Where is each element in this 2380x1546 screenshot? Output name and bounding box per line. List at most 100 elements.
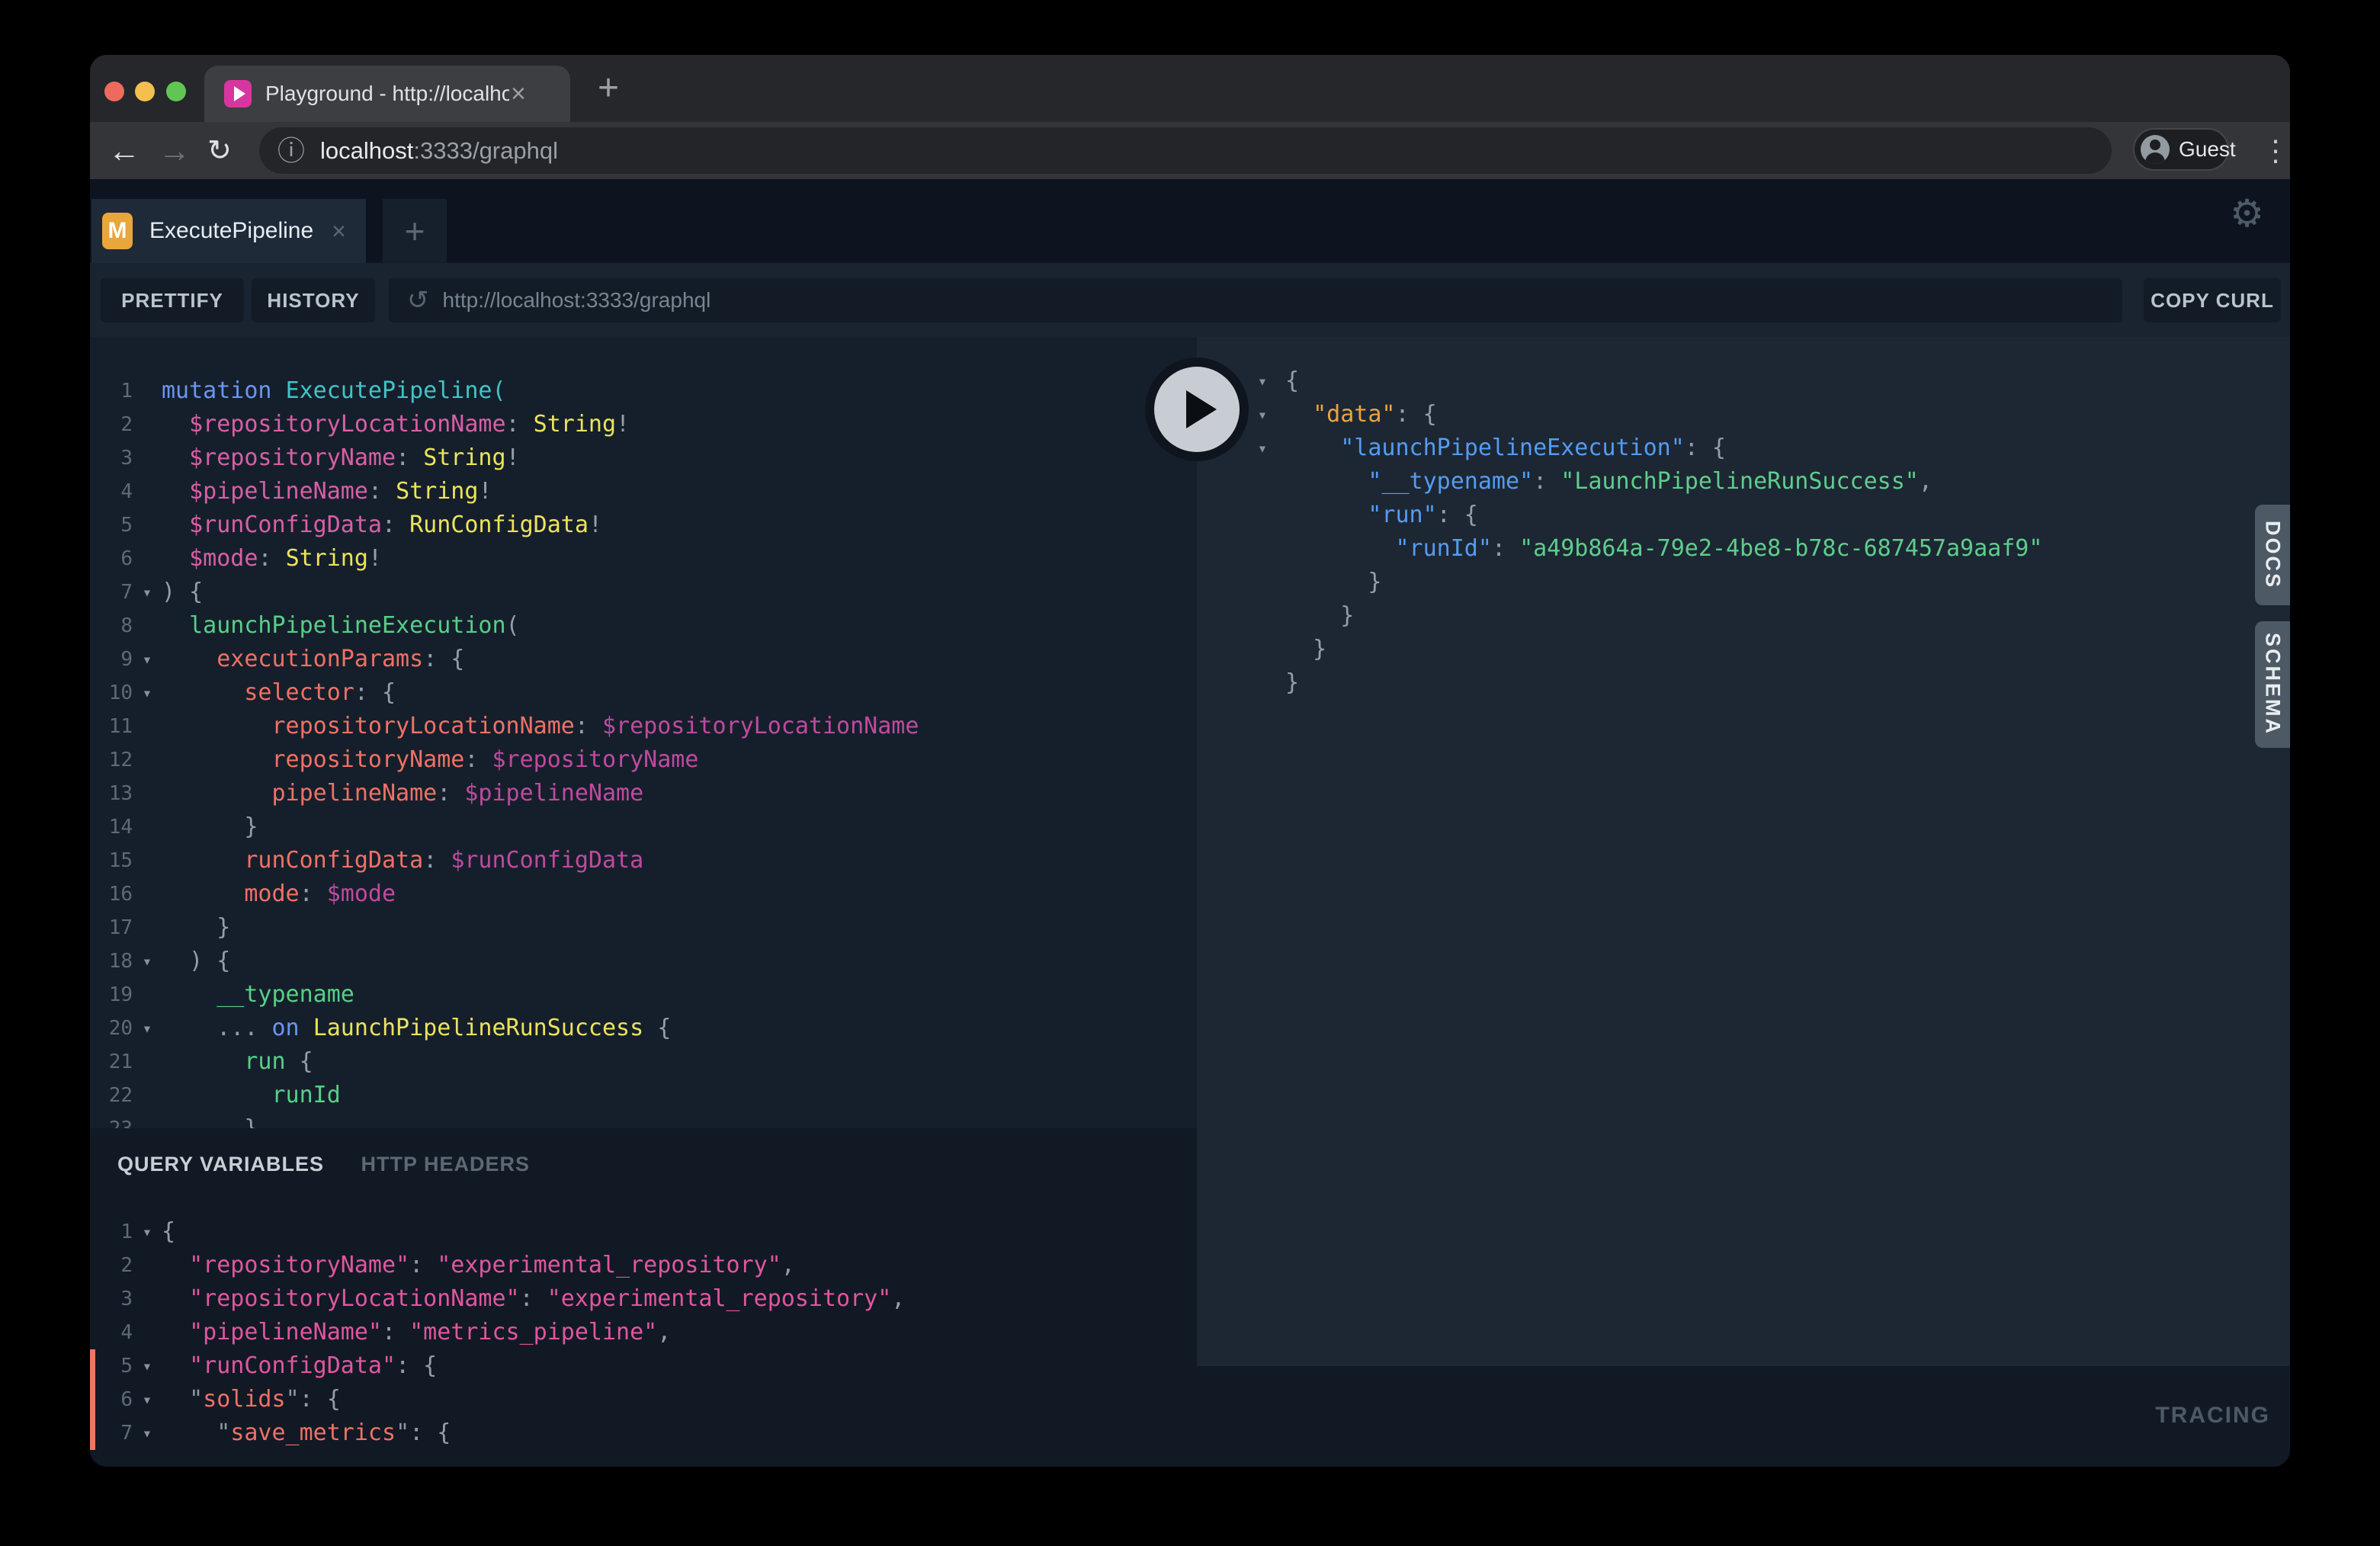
address-bar[interactable]: ⓘ localhost:3333/graphql <box>259 127 2112 174</box>
code-line: 10▾ selector: { <box>90 676 1197 710</box>
playground-main: 1mutation ExecutePipeline(2 $repositoryL… <box>90 337 2290 1467</box>
new-tab-button[interactable]: + <box>585 55 631 122</box>
fold-arrow-icon[interactable]: ▾ <box>133 1012 162 1045</box>
endpoint-url-text: http://localhost:3333/graphql <box>443 288 711 313</box>
code-text: ) { <box>162 576 203 609</box>
fold-arrow-icon[interactable]: ▾ <box>1240 364 1285 398</box>
error-marker <box>90 1416 95 1450</box>
profile-chip[interactable]: Guest <box>2133 128 2229 171</box>
code-line: 19 __typename <box>90 978 1197 1012</box>
fold-gutter <box>133 1316 162 1349</box>
fold-gutter <box>133 844 162 877</box>
code-text: } <box>162 911 230 945</box>
code-line: 6▾ "solids": { <box>90 1383 1197 1416</box>
fold-arrow-icon[interactable]: ▾ <box>133 1416 162 1450</box>
fold-arrow-icon[interactable]: ▾ <box>133 945 162 978</box>
line-number: 5 <box>90 1349 133 1383</box>
url-path: :3333/graphql <box>413 137 558 164</box>
tab-close-icon[interactable]: × <box>511 81 526 107</box>
variables-editor[interactable]: 1▾{2 "repositoryName": "experimental_rep… <box>90 1215 1197 1450</box>
line-number: 16 <box>90 877 133 911</box>
line-number: 11 <box>90 710 133 743</box>
docs-tab[interactable]: DOCS <box>2255 505 2290 605</box>
code-text: $runConfigData: RunConfigData! <box>162 508 602 542</box>
code-line: } <box>1240 633 2290 666</box>
browser-menu-icon[interactable]: ⋮ <box>2261 133 2290 168</box>
fold-gutter <box>1240 465 1285 499</box>
fold-arrow-icon[interactable]: ▾ <box>133 576 162 609</box>
copy-curl-button[interactable]: COPY CURL <box>2144 278 2281 322</box>
code-text: launchPipelineExecution( <box>162 609 520 643</box>
minimize-window-button[interactable] <box>135 82 155 101</box>
settings-gear-icon[interactable]: ⚙ <box>2230 194 2264 233</box>
code-text: repositoryLocationName: $repositoryLocat… <box>162 710 919 743</box>
code-text: } <box>1285 633 1326 666</box>
fold-gutter <box>133 1045 162 1079</box>
code-text: "runId": "a49b864a-79e2-4be8-b78c-687457… <box>1285 532 2042 566</box>
execute-button[interactable] <box>1145 358 1249 461</box>
line-number: 12 <box>90 743 133 777</box>
code-line: 11 repositoryLocationName: $repositoryLo… <box>90 710 1197 743</box>
session-tab-title: ExecutePipeline <box>149 218 313 244</box>
endpoint-input[interactable]: ↺ http://localhost:3333/graphql <box>389 278 2122 322</box>
code-text: mode: $mode <box>162 877 396 911</box>
execute-button-face <box>1154 367 1240 452</box>
close-window-button[interactable] <box>104 82 124 101</box>
fold-arrow-icon[interactable]: ▾ <box>133 1349 162 1383</box>
code-line: 2 "repositoryName": "experimental_reposi… <box>90 1249 1197 1282</box>
fold-gutter <box>133 1079 162 1112</box>
code-line: } <box>1240 566 2290 599</box>
fold-arrow-icon[interactable]: ▾ <box>1240 431 1285 465</box>
prettify-button[interactable]: PRETTIFY <box>101 278 244 322</box>
tab-http-headers[interactable]: HTTP HEADERS <box>361 1153 531 1176</box>
fold-gutter <box>133 877 162 911</box>
line-number: 23 <box>90 1112 133 1128</box>
tab-query-variables[interactable]: QUERY VARIABLES <box>117 1153 324 1176</box>
fold-gutter <box>133 408 162 441</box>
code-text: "save_metrics": { <box>162 1416 451 1450</box>
browser-tab[interactable]: Playground - http://localhost:3 × <box>204 66 570 122</box>
session-tab[interactable]: M ExecutePipeline × <box>91 199 366 263</box>
code-text: $repositoryName: String! <box>162 441 520 475</box>
code-line: ▾ "data": { <box>1240 398 2290 431</box>
site-info-icon[interactable]: ⓘ <box>277 137 305 165</box>
fold-gutter <box>133 542 162 576</box>
code-line: 20▾ ... on LaunchPipelineRunSuccess { <box>90 1012 1197 1045</box>
tracing-label[interactable]: TRACING <box>2155 1403 2270 1429</box>
code-line: 16 mode: $mode <box>90 877 1197 911</box>
window-controls <box>90 55 204 122</box>
line-number: 2 <box>90 1249 133 1282</box>
code-text: $repositoryLocationName: String! <box>162 408 630 441</box>
session-tab-close-icon[interactable]: × <box>332 217 346 245</box>
fold-gutter <box>133 1282 162 1316</box>
code-line: 7▾ "save_metrics": { <box>90 1416 1197 1450</box>
forward-icon[interactable]: → <box>159 135 191 167</box>
code-text: "runConfigData": { <box>162 1349 437 1383</box>
fold-arrow-icon[interactable]: ▾ <box>133 1215 162 1249</box>
code-text: ) { <box>162 945 230 978</box>
fold-arrow-icon[interactable]: ▾ <box>133 676 162 710</box>
new-session-tab-button[interactable]: + <box>383 199 447 263</box>
line-number: 14 <box>90 810 133 844</box>
schema-tab[interactable]: SCHEMA <box>2255 621 2290 748</box>
desktop-background: Playground - http://localhost:3 × + ← → … <box>0 0 2380 1546</box>
fold-arrow-icon[interactable]: ▾ <box>133 643 162 676</box>
browser-tab-title: Playground - http://localhost:3 <box>265 82 509 106</box>
fold-gutter <box>1240 499 1285 532</box>
code-line: ▾{ <box>1240 364 2290 398</box>
fold-gutter <box>133 777 162 810</box>
url-host: localhost <box>320 137 413 164</box>
history-button[interactable]: HISTORY <box>252 278 375 322</box>
code-line: 17 } <box>90 911 1197 945</box>
reload-schema-icon[interactable]: ↺ <box>407 287 429 313</box>
code-line: 22 runId <box>90 1079 1197 1112</box>
browser-tab-strip: Playground - http://localhost:3 × + <box>90 55 2290 122</box>
fold-arrow-icon[interactable]: ▾ <box>133 1383 162 1416</box>
playground-header: M ExecutePipeline × + ⚙ <box>90 179 2290 263</box>
line-number: 7 <box>90 576 133 609</box>
zoom-window-button[interactable] <box>166 82 186 101</box>
query-editor[interactable]: 1mutation ExecutePipeline(2 $repositoryL… <box>90 337 1197 1128</box>
code-text: } <box>1285 566 1381 599</box>
reload-icon[interactable]: ↻ <box>207 135 232 167</box>
back-icon[interactable]: ← <box>108 135 140 167</box>
